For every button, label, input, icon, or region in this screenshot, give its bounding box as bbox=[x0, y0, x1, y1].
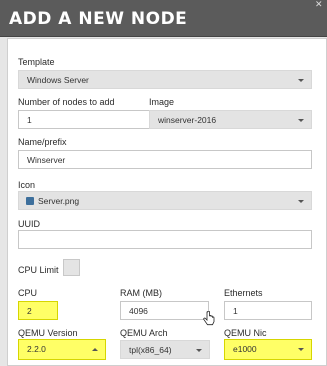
cpu-label: CPU bbox=[18, 288, 38, 298]
qemu-nic-label: QEMU Nic bbox=[224, 328, 267, 338]
nodes-input[interactable]: 1 bbox=[18, 110, 158, 129]
chevron-down-icon bbox=[298, 79, 304, 82]
qemu-arch-label: QEMU Arch bbox=[120, 328, 168, 338]
icon-select[interactable]: Server.png bbox=[18, 191, 312, 210]
hand-cursor-icon bbox=[203, 311, 215, 326]
qemu-arch-value: tpl(x86_64) bbox=[129, 345, 172, 355]
chevron-down-icon bbox=[298, 348, 304, 351]
chevron-down-icon bbox=[298, 119, 304, 122]
chevron-up-icon bbox=[92, 348, 98, 351]
cpu-limit-checkbox[interactable] bbox=[63, 259, 80, 276]
server-icon bbox=[26, 197, 34, 205]
uuid-input[interactable] bbox=[18, 230, 312, 249]
image-select[interactable]: winserver-2016 bbox=[149, 110, 312, 129]
close-icon[interactable]: ✕ bbox=[315, 1, 324, 10]
qemu-nic-value: e1000 bbox=[233, 344, 257, 354]
ethernets-label: Ethernets bbox=[224, 288, 263, 298]
name-label: Name/prefix bbox=[18, 137, 67, 147]
name-input[interactable]: Winserver bbox=[18, 150, 312, 169]
uuid-label: UUID bbox=[18, 219, 40, 229]
chevron-down-icon bbox=[298, 200, 304, 203]
dialog-title: ADD A NEW NODE bbox=[9, 9, 188, 29]
image-value: winserver-2016 bbox=[158, 115, 217, 125]
icon-label: Icon bbox=[18, 180, 36, 190]
ram-label: RAM (MB) bbox=[120, 288, 162, 298]
qemu-version-label: QEMU Version bbox=[18, 328, 78, 338]
template-select[interactable]: Windows Server bbox=[18, 70, 312, 89]
qemu-version-value: 2.2.0 bbox=[27, 344, 46, 354]
icon-value: Server.png bbox=[38, 196, 80, 206]
image-label: Image bbox=[149, 97, 175, 107]
dialog-header: ADD A NEW NODE ✕ bbox=[0, 0, 327, 37]
cpu-limit-label: CPU Limit bbox=[18, 265, 59, 275]
qemu-nic-select[interactable]: e1000 bbox=[224, 339, 312, 360]
template-value: Windows Server bbox=[27, 75, 89, 85]
ethernets-input[interactable]: 1 bbox=[224, 301, 312, 320]
qemu-arch-select[interactable]: tpl(x86_64) bbox=[120, 340, 210, 359]
template-label: Template bbox=[18, 57, 55, 67]
cpu-input[interactable]: 2 bbox=[18, 301, 58, 320]
dialog-body: Template Windows Server Number of nodes … bbox=[7, 38, 327, 366]
qemu-version-select[interactable]: 2.2.0 bbox=[18, 339, 106, 360]
chevron-down-icon bbox=[196, 349, 202, 352]
nodes-label: Number of nodes to add bbox=[18, 97, 115, 107]
ram-input[interactable]: 4096 bbox=[120, 301, 209, 320]
